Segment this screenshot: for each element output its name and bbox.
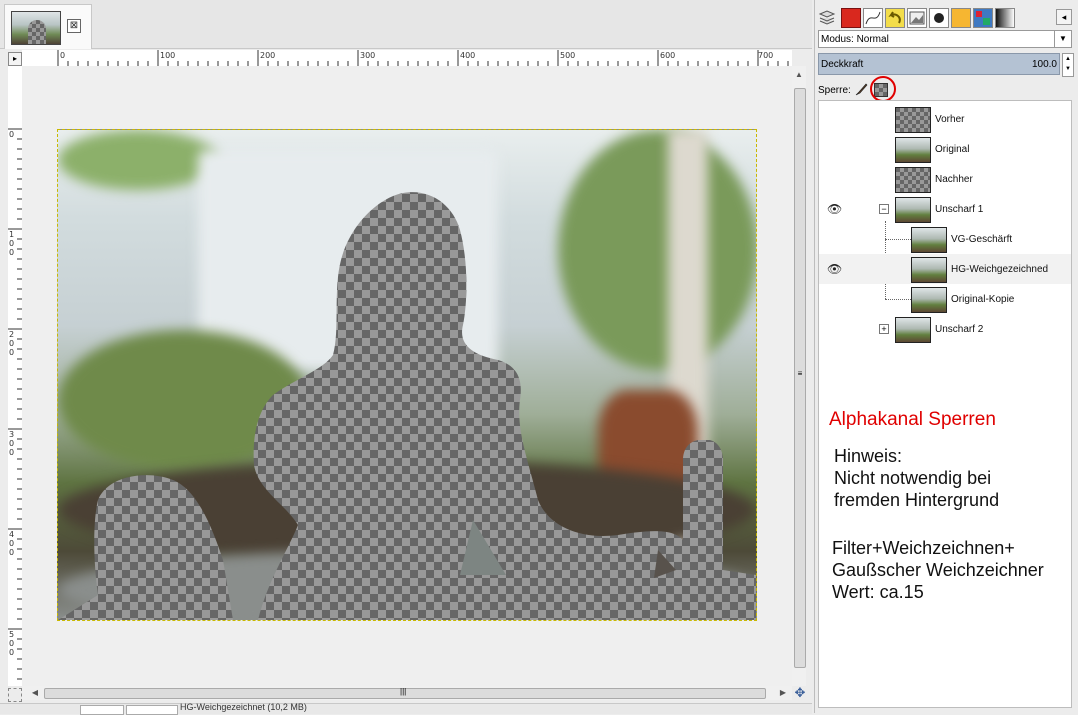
annotation-filter: Filter+Weichzeichnen+ Gaußscher Weichzei…: [832, 538, 1044, 602]
hruler-label: 300: [360, 51, 376, 60]
vruler-label: 100: [9, 230, 15, 257]
vertical-ruler: 0 100 200 300 400 500: [8, 66, 23, 686]
layer-name: Original: [935, 144, 970, 155]
status-text: HG-Weichgezeichnet (10,2 MB): [180, 702, 307, 712]
layer-thumbnail: [895, 167, 931, 193]
gradient-icon[interactable]: [995, 8, 1015, 28]
chevron-down-icon[interactable]: ▼: [1054, 31, 1071, 47]
collapse-icon[interactable]: −: [879, 204, 889, 214]
layers-list[interactable]: Vorher Original Nachher 👁 − Unscharf 1 V…: [818, 100, 1072, 708]
layer-row[interactable]: Nachher: [819, 164, 1071, 194]
annotation-hint: Hinweis: Nicht notwendig bei fremden Hin…: [834, 446, 1000, 510]
horizontal-scroll-thumb[interactable]: |||: [44, 687, 766, 699]
layer-name: VG-Geschärft: [951, 234, 1013, 245]
undo-icon[interactable]: [885, 8, 905, 28]
layer-thumbnail: [895, 317, 931, 343]
image-icon[interactable]: [907, 8, 927, 28]
vertical-scrollbar[interactable]: ▲ ≡: [792, 66, 806, 686]
hruler-label: 600: [660, 51, 676, 60]
opacity-spinner[interactable]: ▲ ▼: [1062, 53, 1074, 77]
layer-thumbnail: [911, 287, 947, 313]
layer-row[interactable]: Vorher: [819, 104, 1071, 134]
hruler-label: 400: [460, 51, 476, 60]
vruler-label: 400: [9, 530, 15, 557]
horizontal-scrollbar[interactable]: ◀ ||| ▶: [22, 686, 792, 700]
quick-mask-icon[interactable]: [8, 688, 22, 702]
layer-name: Vorher: [935, 114, 965, 125]
grip-icon: |||: [400, 687, 407, 696]
image-canvas[interactable]: [57, 129, 757, 621]
layer-thumbnail: [911, 257, 947, 283]
hruler-label: 500: [560, 51, 576, 60]
layers-icon[interactable]: [818, 8, 838, 26]
fonts-icon[interactable]: [973, 8, 993, 28]
transparent-silhouette: [58, 192, 756, 620]
hruler-label: 100: [160, 51, 176, 60]
hruler-label: 700: [758, 51, 774, 60]
layer-row[interactable]: 👁 HG-Weichgezeichned: [819, 254, 1071, 284]
unit-select[interactable]: [80, 705, 124, 715]
scroll-up-icon[interactable]: ▲: [794, 70, 804, 80]
hruler-label: 0: [60, 51, 66, 60]
dock-menu-icon[interactable]: ◂: [1056, 9, 1072, 25]
opacity-label: Deckkraft: [821, 59, 864, 70]
layer-name: Original-Kopie: [951, 294, 1015, 305]
horizontal-ruler: 0 100 200 300 400 500 600 700: [22, 50, 792, 67]
status-bar: HG-Weichgezeichnet (10,2 MB): [0, 702, 812, 715]
layer-row[interactable]: VG-Geschärft: [819, 224, 1071, 254]
thumbnail-transparent-area: [28, 20, 46, 44]
image-tab-bar: [0, 0, 812, 49]
brush-icon[interactable]: [929, 8, 949, 28]
close-icon[interactable]: ⊠: [67, 19, 81, 33]
eye-icon[interactable]: 👁: [827, 203, 842, 215]
paths-icon[interactable]: [863, 8, 883, 28]
lock-label: Sperre:: [818, 85, 851, 96]
layer-thumbnail: [895, 197, 931, 223]
expand-icon[interactable]: +: [879, 324, 889, 334]
pattern-icon[interactable]: [951, 8, 971, 28]
layer-row[interactable]: + Unscharf 2: [819, 314, 1071, 344]
lock-row: Sperre:: [818, 80, 1072, 100]
hruler-label: 200: [260, 51, 276, 60]
scroll-left-icon[interactable]: ◀: [30, 688, 40, 698]
layer-thumbnail: [911, 227, 947, 253]
layer-row[interactable]: Original: [819, 134, 1071, 164]
horizontal-ruler-ticks: [57, 50, 789, 66]
vruler-label: 500: [9, 630, 15, 657]
layer-name: HG-Weichgezeichned: [951, 264, 1049, 275]
vertical-ruler-ticks: [8, 128, 22, 680]
vruler-label: 200: [9, 330, 15, 357]
layer-row[interactable]: 👁 − Unscharf 1: [819, 194, 1071, 224]
scroll-right-icon[interactable]: ▶: [778, 688, 788, 698]
navigate-icon[interactable]: ✥: [794, 686, 806, 700]
layer-row[interactable]: Original-Kopie: [819, 284, 1071, 314]
mode-label: Modus: Normal: [821, 34, 889, 45]
layer-name: Nachher: [935, 174, 973, 185]
highlight-circle: [870, 76, 896, 102]
mode-select[interactable]: Modus: Normal ▼: [818, 30, 1072, 48]
zoom-select[interactable]: [126, 705, 178, 715]
image-tab-thumbnail: [11, 11, 61, 45]
channels-icon[interactable]: [841, 8, 861, 28]
mode-row: Modus: Normal ▼: [818, 30, 1072, 50]
opacity-value: 100.0: [1031, 59, 1057, 70]
opacity-slider[interactable]: Deckkraft 100.0: [818, 53, 1060, 75]
vertical-scroll-thumb[interactable]: ≡: [794, 88, 806, 668]
annotation-title: Alphakanal Sperren: [829, 409, 996, 430]
lock-pixels-icon[interactable]: [854, 82, 868, 96]
layer-thumbnail: [895, 137, 931, 163]
ruler-corner-button[interactable]: ▸: [8, 52, 22, 66]
layer-name: Unscharf 1: [935, 204, 984, 215]
opacity-row: Deckkraft 100.0 ▲ ▼: [818, 53, 1074, 77]
eye-icon[interactable]: 👁: [827, 263, 842, 275]
image-tab[interactable]: ⊠: [4, 4, 92, 49]
vruler-label: 0: [9, 130, 15, 139]
layer-thumbnail: [895, 107, 931, 133]
layer-name: Unscharf 2: [935, 324, 984, 335]
vruler-label: 300: [9, 430, 15, 457]
grip-icon: ≡: [797, 369, 803, 378]
